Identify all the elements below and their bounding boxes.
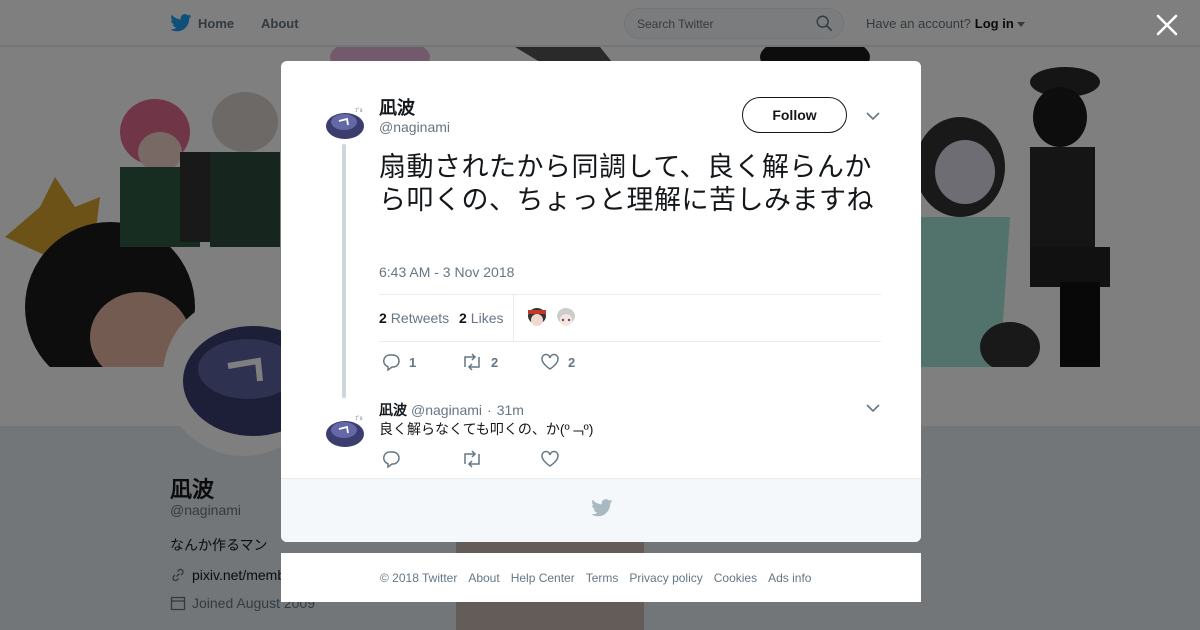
reply-icon — [382, 354, 400, 371]
chevron-down-icon[interactable] — [866, 111, 880, 121]
retweet-button[interactable]: 2 — [461, 353, 498, 371]
likes-count: 2 — [459, 310, 467, 326]
footer-link-cookies[interactable]: Cookies — [714, 571, 757, 585]
tweet-stats: 2 Retweets 2 Likes — [379, 294, 881, 342]
tweet-author-name[interactable]: 凪波 — [379, 94, 415, 120]
like-button[interactable] — [540, 450, 568, 468]
reply-button[interactable] — [381, 450, 409, 468]
stats-divider — [513, 295, 514, 341]
footer-link-help-center[interactable]: Help Center — [511, 571, 575, 585]
reply-time[interactable]: 31m — [497, 402, 524, 418]
retweets-stat[interactable]: 2 Retweets — [379, 295, 449, 341]
like-count: 2 — [568, 354, 576, 370]
reply-author-name[interactable]: 凪波 — [379, 400, 407, 420]
liker-avatar[interactable] — [554, 306, 578, 330]
reply-count: 1 — [409, 354, 417, 370]
tweet-timestamp[interactable]: 6:43 AM - 3 Nov 2018 — [379, 264, 514, 280]
likes-label: Likes — [470, 310, 504, 326]
twitter-bird-icon — [591, 499, 613, 517]
modal-footer — [281, 478, 921, 542]
retweet-icon — [464, 353, 480, 371]
liker-avatar[interactable] — [525, 306, 549, 330]
like-button[interactable]: 2 — [540, 353, 575, 371]
tweet-author-handle[interactable]: @naginami — [379, 119, 450, 135]
retweets-label: Retweets — [390, 310, 450, 326]
heart-icon — [541, 353, 559, 370]
reply-button[interactable]: 1 — [381, 353, 416, 371]
reply-icon — [382, 451, 400, 468]
reply-author-avatar[interactable]: ﾌﾟﾙ — [325, 413, 365, 449]
svg-text:ﾌﾟﾙ: ﾌﾟﾙ — [355, 107, 363, 114]
retweet-icon — [464, 450, 480, 468]
tweet-modal: ﾌﾟﾙ 凪波 @naginami Follow 扇動されたから同調して、良く解ら… — [281, 61, 921, 542]
retweets-count: 2 — [379, 310, 387, 326]
reply-header: 凪波 @naginami · 31m — [379, 400, 524, 420]
chevron-down-icon[interactable] — [866, 403, 880, 413]
retweet-button[interactable] — [461, 450, 491, 468]
reply-text: 良く解らなくても叩くの、か(º﹁º) — [379, 421, 594, 437]
tweet-author-avatar[interactable]: ﾌﾟﾙ — [325, 105, 365, 141]
thread-connector — [342, 144, 346, 398]
liker-avatar-image — [554, 306, 578, 330]
tweet-text: 扇動されたから同調して、良く解らんから叩くの、ちょっと理解に苦しみますね — [379, 152, 874, 215]
reply-author-handle[interactable]: @naginami — [411, 402, 482, 418]
separator-dot: · — [487, 402, 492, 418]
follow-button[interactable]: Follow — [742, 97, 847, 133]
close-icon[interactable] — [1155, 13, 1179, 37]
heart-icon — [541, 450, 559, 467]
footer-copyright: © 2018 Twitter — [380, 570, 458, 585]
svg-text:ﾌﾟﾙ: ﾌﾟﾙ — [355, 415, 363, 422]
footer-link-privacy[interactable]: Privacy policy — [629, 571, 702, 585]
footer-link-ads-info[interactable]: Ads info — [768, 571, 811, 585]
likes-stat[interactable]: 2 Likes — [459, 295, 503, 341]
liker-avatar-image — [525, 306, 549, 330]
site-footer: © 2018 Twitter About Help Center Terms P… — [281, 553, 921, 602]
footer-link-about[interactable]: About — [468, 571, 499, 585]
retweet-count: 2 — [491, 354, 499, 370]
footer-link-terms[interactable]: Terms — [586, 571, 619, 585]
